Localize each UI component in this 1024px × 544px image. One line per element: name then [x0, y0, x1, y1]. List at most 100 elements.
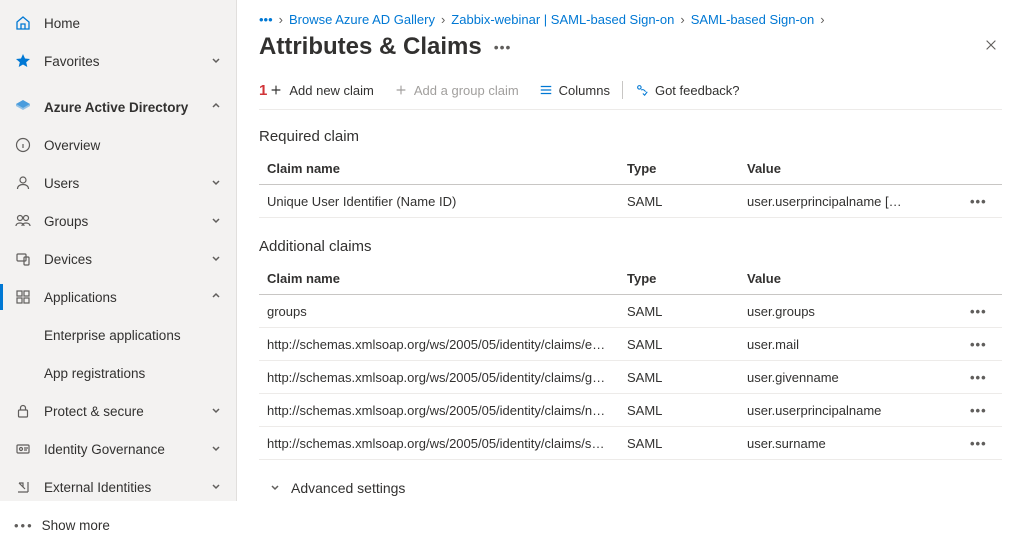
cell-value: user.mail — [739, 328, 962, 361]
external-icon — [14, 478, 32, 496]
apps-icon — [14, 288, 32, 306]
cell-name: http://schemas.xmlsoap.org/ws/2005/05/id… — [267, 403, 607, 418]
sidebar-show-more[interactable]: ••• Show more — [0, 506, 236, 544]
col-header-value[interactable]: Value — [739, 263, 962, 295]
row-menu-button[interactable]: ••• — [970, 370, 987, 385]
chevron-down-icon — [210, 252, 222, 267]
cell-type: SAML — [619, 361, 739, 394]
nav-label: External Identities — [44, 480, 210, 495]
sidebar-home[interactable]: Home — [0, 4, 236, 42]
chevron-down-icon — [210, 442, 222, 457]
required-claim-title: Required claim — [259, 128, 1002, 145]
sidebar-favorites[interactable]: Favorites — [0, 42, 236, 80]
close-button[interactable] — [980, 34, 1002, 61]
page-title-menu[interactable]: ••• — [494, 39, 512, 55]
cell-value: user.userprincipalname [… — [739, 185, 962, 218]
table-row[interactable]: groupsSAMLuser.groups••• — [259, 295, 1002, 328]
advanced-settings-toggle[interactable]: Advanced settings — [269, 480, 1002, 496]
chevron-up-icon — [210, 100, 222, 115]
page-title: Attributes & Claims — [259, 33, 482, 61]
cell-value: user.groups — [739, 295, 962, 328]
plus-icon — [269, 83, 283, 97]
nav-label: Applications — [44, 290, 210, 305]
info-icon — [14, 136, 32, 154]
row-menu-button[interactable]: ••• — [970, 304, 987, 319]
plus-icon — [394, 83, 408, 97]
ellipsis-icon: ••• — [14, 518, 34, 533]
tb-label: Add a group claim — [414, 83, 519, 98]
chevron-down-icon — [210, 54, 222, 69]
breadcrumb-link[interactable]: SAML-based Sign-on — [691, 12, 815, 27]
home-icon — [14, 14, 32, 32]
col-header-type[interactable]: Type — [619, 263, 739, 295]
cell-value: user.userprincipalname — [739, 394, 962, 427]
cell-type: SAML — [619, 185, 739, 218]
feedback-button[interactable]: Got feedback? — [625, 83, 750, 98]
lock-icon — [14, 402, 32, 420]
devices-icon — [14, 250, 32, 268]
breadcrumb-sep: › — [279, 12, 283, 27]
col-header-name[interactable]: Claim name — [259, 153, 619, 185]
breadcrumb-link[interactable]: Zabbix-webinar | SAML-based Sign-on — [451, 12, 674, 27]
chevron-down-icon — [269, 480, 281, 496]
tb-label: Columns — [559, 83, 610, 98]
col-header-value[interactable]: Value — [739, 153, 962, 185]
col-header-name[interactable]: Claim name — [259, 263, 619, 295]
sidebar-item-applications[interactable]: Applications — [0, 278, 236, 316]
columns-button[interactable]: Columns — [529, 83, 620, 98]
row-menu-button[interactable]: ••• — [970, 403, 987, 418]
cell-name: groups — [267, 304, 307, 319]
table-row[interactable]: http://schemas.xmlsoap.org/ws/2005/05/id… — [259, 394, 1002, 427]
chevron-down-icon — [210, 176, 222, 191]
cell-type: SAML — [619, 427, 739, 460]
add-group-claim-button[interactable]: Add a group claim — [384, 83, 529, 98]
cell-value: user.surname — [739, 427, 962, 460]
row-menu-button[interactable]: ••• — [970, 436, 987, 451]
chevron-down-icon — [210, 404, 222, 419]
sidebar-item-identity-gov[interactable]: Identity Governance — [0, 430, 236, 468]
breadcrumb-overflow[interactable]: ••• — [259, 12, 273, 27]
cell-name: http://schemas.xmlsoap.org/ws/2005/05/id… — [267, 337, 607, 352]
tb-label: Got feedback? — [655, 83, 740, 98]
sidebar-item-overview[interactable]: Overview — [0, 126, 236, 164]
additional-claims-table: Claim name Type Value groupsSAMLuser.gro… — [259, 263, 1002, 460]
sidebar-aad[interactable]: Azure Active Directory — [0, 88, 236, 126]
required-claim-table: Claim name Type Value Unique User Identi… — [259, 153, 1002, 218]
nav-label: Devices — [44, 252, 210, 267]
row-menu-button[interactable]: ••• — [970, 194, 987, 209]
sidebar-item-groups[interactable]: Groups — [0, 202, 236, 240]
breadcrumb-sep: › — [441, 12, 445, 27]
nav-label: Overview — [44, 138, 222, 153]
add-new-claim-button[interactable]: Add new claim — [269, 83, 384, 98]
sidebar: Home Favorites Azure Active Directory — [0, 0, 237, 501]
table-row[interactable]: http://schemas.xmlsoap.org/ws/2005/05/id… — [259, 328, 1002, 361]
additional-claims-title: Additional claims — [259, 238, 1002, 255]
sidebar-favorites-label: Favorites — [44, 54, 210, 69]
nav-label: Users — [44, 176, 210, 191]
table-row[interactable]: Unique User Identifier (Name ID) SAML us… — [259, 185, 1002, 218]
sidebar-item-devices[interactable]: Devices — [0, 240, 236, 278]
table-row[interactable]: http://schemas.xmlsoap.org/ws/2005/05/id… — [259, 427, 1002, 460]
sidebar-item-users[interactable]: Users — [0, 164, 236, 202]
row-menu-button[interactable]: ••• — [970, 337, 987, 352]
aad-icon — [14, 98, 32, 116]
breadcrumb: ••• › Browse Azure AD Gallery › Zabbix-w… — [259, 12, 1002, 27]
sidebar-item-external-identities[interactable]: External Identities — [0, 468, 236, 506]
breadcrumb-link[interactable]: Browse Azure AD Gallery — [289, 12, 435, 27]
sidebar-item-app-registrations[interactable]: App registrations — [0, 354, 236, 392]
nav-label: Protect & secure — [44, 404, 210, 419]
cell-type: SAML — [619, 328, 739, 361]
step-marker: 1 — [259, 82, 267, 99]
columns-icon — [539, 83, 553, 97]
toolbar: 1 Add new claim Add a group claim Column… — [259, 81, 1002, 110]
nav-label: Show more — [42, 518, 222, 533]
sidebar-aad-label: Azure Active Directory — [44, 100, 210, 115]
nav-label: Identity Governance — [44, 442, 210, 457]
sidebar-item-enterprise-apps[interactable]: Enterprise applications — [0, 316, 236, 354]
cell-name: http://schemas.xmlsoap.org/ws/2005/05/id… — [267, 436, 607, 451]
cell-name: Unique User Identifier (Name ID) — [267, 194, 456, 209]
col-header-type[interactable]: Type — [619, 153, 739, 185]
table-row[interactable]: http://schemas.xmlsoap.org/ws/2005/05/id… — [259, 361, 1002, 394]
sidebar-item-protect[interactable]: Protect & secure — [0, 392, 236, 430]
groups-icon — [14, 212, 32, 230]
